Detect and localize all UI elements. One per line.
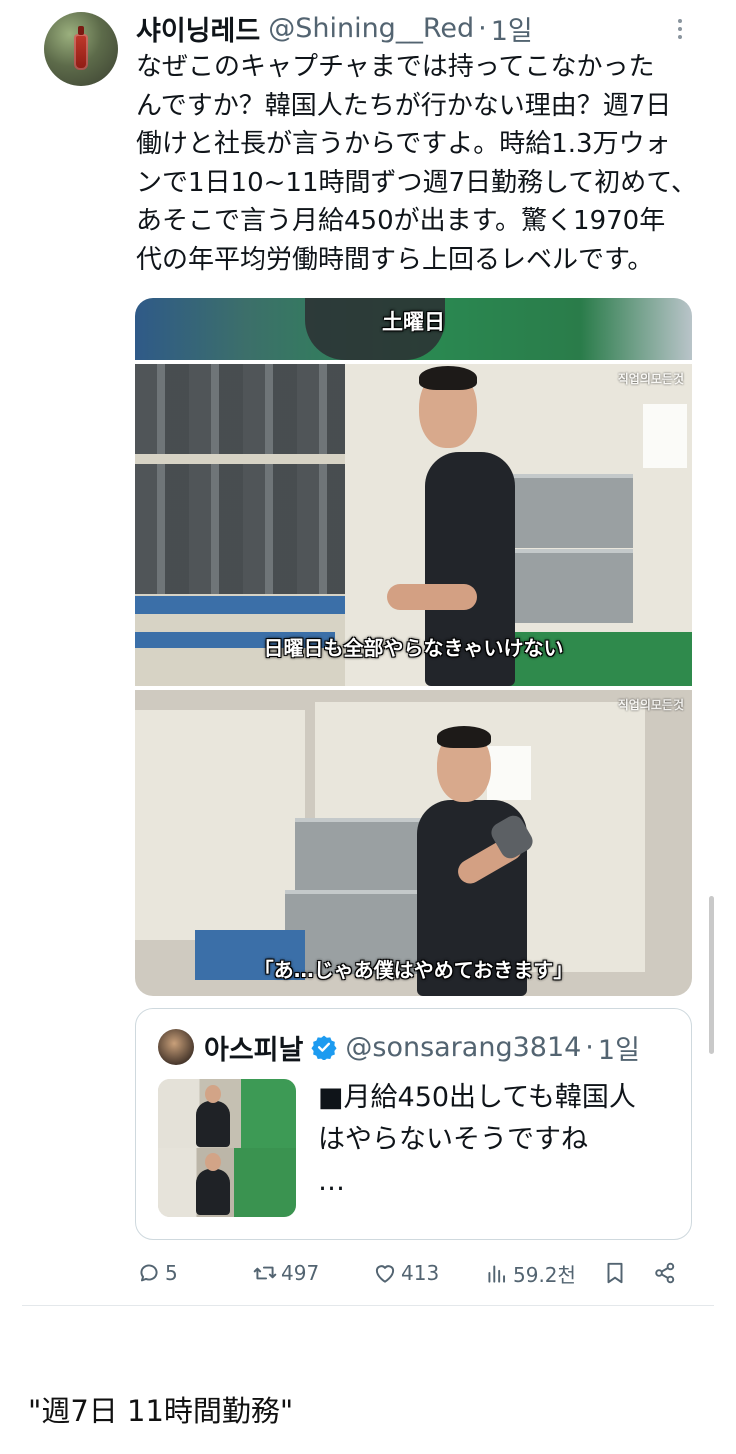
header-separator: · bbox=[478, 12, 487, 44]
retweet-button[interactable]: 497 bbox=[252, 1256, 319, 1290]
media-watermark-1: 직업의모든것 bbox=[617, 372, 684, 386]
verified-badge-icon bbox=[311, 1034, 337, 1060]
quoted-author-avatar[interactable] bbox=[158, 1029, 194, 1065]
frame2-person-hair bbox=[437, 726, 491, 748]
media-subtitle-2: 「あ…じゃあ僕はやめておきます」 bbox=[253, 958, 574, 982]
tweet-header: 샤이닝레드 @Shining__Red · 1일 bbox=[136, 8, 533, 48]
frame2-wall-left bbox=[135, 710, 305, 940]
more-options-icon[interactable] bbox=[668, 14, 692, 44]
scrollbar-thumb[interactable] bbox=[709, 896, 714, 1054]
quoted-author-handle[interactable]: @sonsarang3814 bbox=[345, 1032, 581, 1063]
video-frame-1: 직업의모든것 日曜日も全部やらなきゃいけない bbox=[135, 364, 692, 686]
tweet-time[interactable]: 1일 bbox=[491, 9, 533, 48]
tweet-divider bbox=[22, 1305, 714, 1306]
frame1-crate-1 bbox=[503, 474, 633, 548]
frame1-shelf-mid bbox=[135, 464, 345, 594]
post-caption: "週7日 11時間勤務" bbox=[28, 1394, 294, 1428]
thumb-person-bottom-head bbox=[205, 1153, 221, 1171]
video-frame-2: 직업의모든것 「あ…じゃあ僕はやめておきます」 bbox=[135, 690, 692, 996]
author-avatar[interactable] bbox=[44, 12, 118, 86]
retweet-icon bbox=[253, 1266, 277, 1280]
quoted-tweet-time[interactable]: 1일 bbox=[598, 1028, 640, 1067]
tweet-action-bar: 5 497 413 59.2천 bbox=[136, 1256, 692, 1290]
author-name[interactable]: 샤이닝레드 bbox=[136, 9, 260, 48]
thumb-person-bottom bbox=[196, 1169, 230, 1215]
frame1-person-hair bbox=[419, 366, 477, 390]
tweet-text: なぜこのキャプチャまでは持ってこなかった んですか？韓国人たちが行かない理由？週… bbox=[136, 52, 697, 275]
frame1-notice bbox=[643, 404, 687, 468]
like-button[interactable]: 413 bbox=[372, 1256, 439, 1290]
thumb-person-top bbox=[196, 1101, 230, 1147]
author-handle[interactable]: @Shining__Red bbox=[268, 13, 474, 44]
frame1-blue-rack bbox=[135, 596, 345, 614]
tweet-media[interactable]: 土曜日 직업의모든것 日曜日も全部やらなきゃいけない 직업의모든것 「あ…じゃあ… bbox=[135, 298, 692, 996]
quoted-media-thumbnail[interactable] bbox=[158, 1079, 296, 1217]
view-count: 59.2천 bbox=[513, 1262, 576, 1287]
frame2-crate-1 bbox=[295, 818, 427, 892]
media-subtitle-1: 日曜日も全部やらなきゃいけない bbox=[263, 636, 564, 660]
frame2-notice bbox=[487, 746, 531, 800]
quoted-tweet[interactable]: 아스피날 @sonsarang3814 · 1일 ■月給450出しても韓国人 は… bbox=[135, 1008, 692, 1240]
media-watermark-2: 직업의모든것 bbox=[617, 698, 684, 712]
quoted-separator: · bbox=[585, 1031, 594, 1063]
reply-icon bbox=[140, 1264, 158, 1282]
share-button[interactable] bbox=[652, 1256, 678, 1290]
heart-icon bbox=[375, 1265, 395, 1283]
quoted-tweet-header: 아스피날 @sonsarang3814 · 1일 bbox=[204, 1025, 640, 1069]
reply-count: 5 bbox=[165, 1261, 178, 1285]
analytics-icon bbox=[488, 1265, 506, 1283]
avatar-bottle-graphic bbox=[74, 26, 88, 70]
reply-button[interactable]: 5 bbox=[136, 1256, 178, 1290]
frame1-shelf-top bbox=[135, 364, 345, 454]
frame1-crate-2 bbox=[503, 549, 633, 623]
quoted-tweet-text: ■月給450出しても韓国人 はやらないそうですね … bbox=[318, 1082, 636, 1197]
retweet-count: 497 bbox=[281, 1261, 320, 1285]
media-top-caption: 土曜日 bbox=[382, 310, 445, 334]
frame1-person-arm bbox=[387, 584, 477, 610]
share-icon bbox=[655, 1262, 675, 1284]
thumb-person-top-head bbox=[205, 1085, 221, 1103]
like-count: 413 bbox=[401, 1261, 440, 1285]
bookmark-button[interactable] bbox=[602, 1256, 628, 1290]
quoted-author-name[interactable]: 아스피날 bbox=[204, 1028, 303, 1067]
views-button[interactable]: 59.2천 bbox=[484, 1256, 576, 1290]
bookmark-icon bbox=[607, 1262, 623, 1284]
